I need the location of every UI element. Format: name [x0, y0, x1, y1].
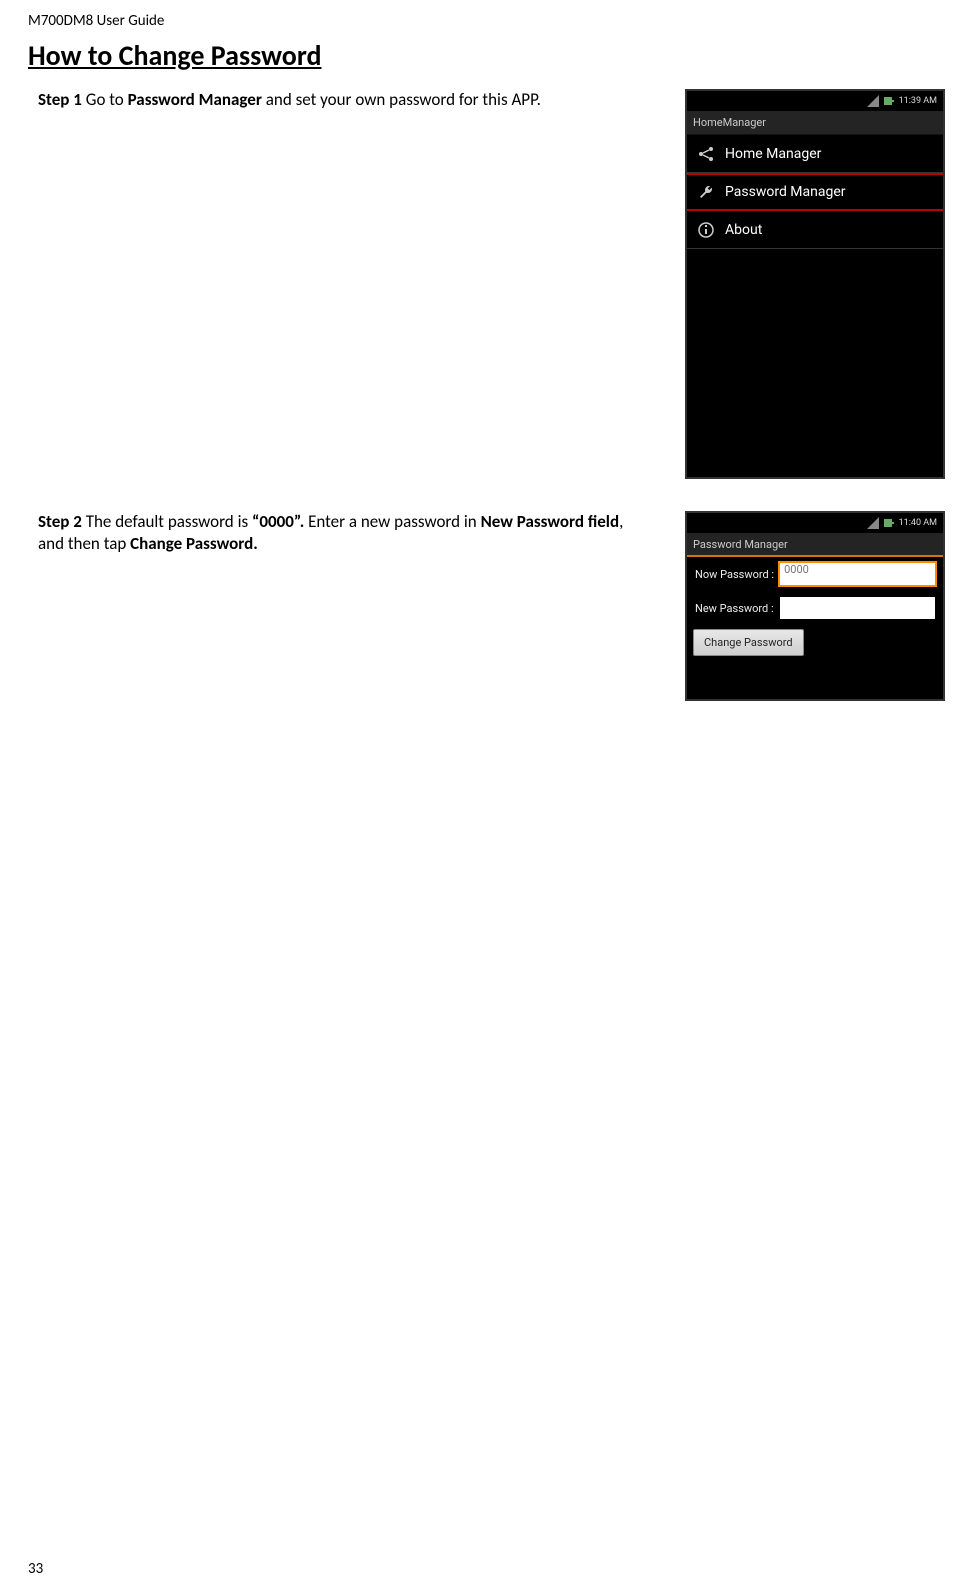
app-title-2: Password Manager — [687, 533, 943, 557]
section-heading: How to Change Password — [0, 30, 975, 89]
new-password-label: New Password : — [695, 602, 774, 615]
step1-text: Step 1 Go to Password Manager and set yo… — [38, 89, 645, 479]
new-password-row: New Password : — [687, 591, 943, 625]
menu-item-about[interactable]: About — [687, 211, 943, 249]
wrench-icon — [697, 183, 715, 201]
step2-row: Step 2 The default password is “0000”. E… — [0, 511, 975, 701]
now-password-label: Now Password : — [695, 568, 774, 581]
s2t1: The default password is — [82, 511, 252, 532]
menu-label-1: Password Manager — [725, 184, 846, 200]
now-password-input[interactable]: 0000 — [780, 563, 935, 585]
change-password-button[interactable]: Change Password — [693, 629, 804, 656]
page-number: 33 — [28, 1560, 43, 1578]
step2-image-col: 11:40 AM Password Manager Now Password :… — [685, 511, 945, 701]
app-title-1: HomeManager — [687, 111, 943, 135]
step1-pre: Go to — [82, 89, 128, 110]
s2b1: “0000”. — [252, 511, 304, 532]
menu-label-2: About — [725, 222, 762, 238]
s2t2: Enter a new password in — [304, 511, 480, 532]
step1-post: and set your own password for this APP. — [262, 89, 541, 110]
status-time-1: 11:39 AM — [899, 96, 937, 106]
step1-image-col: 11:39 AM HomeManager Home Manager Passwo… — [685, 89, 945, 479]
battery-icon — [883, 517, 895, 529]
signal-icon — [867, 95, 879, 107]
menu-label-0: Home Manager — [725, 146, 821, 162]
menu-item-password-manager[interactable]: Password Manager — [687, 173, 943, 211]
menu-item-home-manager[interactable]: Home Manager — [687, 135, 943, 173]
now-password-row: Now Password : 0000 — [687, 557, 943, 591]
screenshot-1: 11:39 AM HomeManager Home Manager Passwo… — [685, 89, 945, 479]
s2b3: Change Password. — [130, 533, 258, 554]
page-header: M700DM8 User Guide — [0, 0, 975, 30]
status-bar-1: 11:39 AM — [687, 91, 943, 111]
share-icon — [697, 145, 715, 163]
step1-row: Step 1 Go to Password Manager and set yo… — [0, 89, 975, 479]
battery-icon — [883, 95, 895, 107]
step2-text: Step 2 The default password is “0000”. E… — [38, 511, 645, 701]
status-bar-2: 11:40 AM — [687, 513, 943, 533]
step2-label: Step 2 — [38, 511, 82, 532]
screenshot-2: 11:40 AM Password Manager Now Password :… — [685, 511, 945, 701]
step1-label: Step 1 — [38, 89, 82, 110]
step1-bold: Password Manager — [128, 89, 262, 110]
info-icon — [697, 221, 715, 239]
status-time-2: 11:40 AM — [899, 518, 937, 528]
s2b2: New Password field — [481, 511, 620, 532]
new-password-input[interactable] — [780, 597, 935, 619]
signal-icon — [867, 517, 879, 529]
